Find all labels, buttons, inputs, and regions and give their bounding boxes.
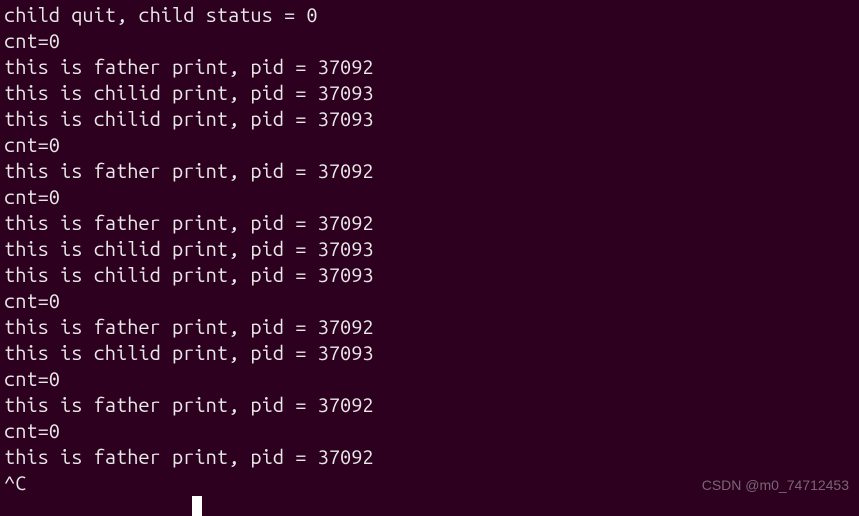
terminal-line: this is father print, pid = 37092: [4, 158, 855, 184]
terminal-cursor: [192, 496, 202, 516]
terminal-line: this is father print, pid = 37092: [4, 444, 855, 470]
terminal-line: cnt=0: [4, 28, 855, 54]
terminal-line: this is chilid print, pid = 37093: [4, 340, 855, 366]
terminal-output[interactable]: child quit, child status = 0 cnt=0 this …: [4, 2, 855, 516]
terminal-line: this is father print, pid = 37092: [4, 314, 855, 340]
terminal-line: cnt=0: [4, 418, 855, 444]
terminal-line: cnt=0: [4, 366, 855, 392]
terminal-line: child quit, child status = 0: [4, 2, 855, 28]
terminal-line: cnt=0: [4, 132, 855, 158]
terminal-line: cnt=0: [4, 184, 855, 210]
terminal-line: this is chilid print, pid = 37093: [4, 80, 855, 106]
terminal-line: this is father print, pid = 37092: [4, 392, 855, 418]
terminal-line: this is chilid print, pid = 37093: [4, 106, 855, 132]
terminal-line: this is chilid print, pid = 37093: [4, 262, 855, 288]
terminal-line: this is father print, pid = 37092: [4, 210, 855, 236]
watermark: CSDN @m0_74712453: [702, 476, 849, 494]
terminal-prompt-row: [4, 496, 855, 516]
terminal-line: cnt=0: [4, 288, 855, 314]
terminal-line: this is father print, pid = 37092: [4, 54, 855, 80]
terminal-line: this is chilid print, pid = 37093: [4, 236, 855, 262]
